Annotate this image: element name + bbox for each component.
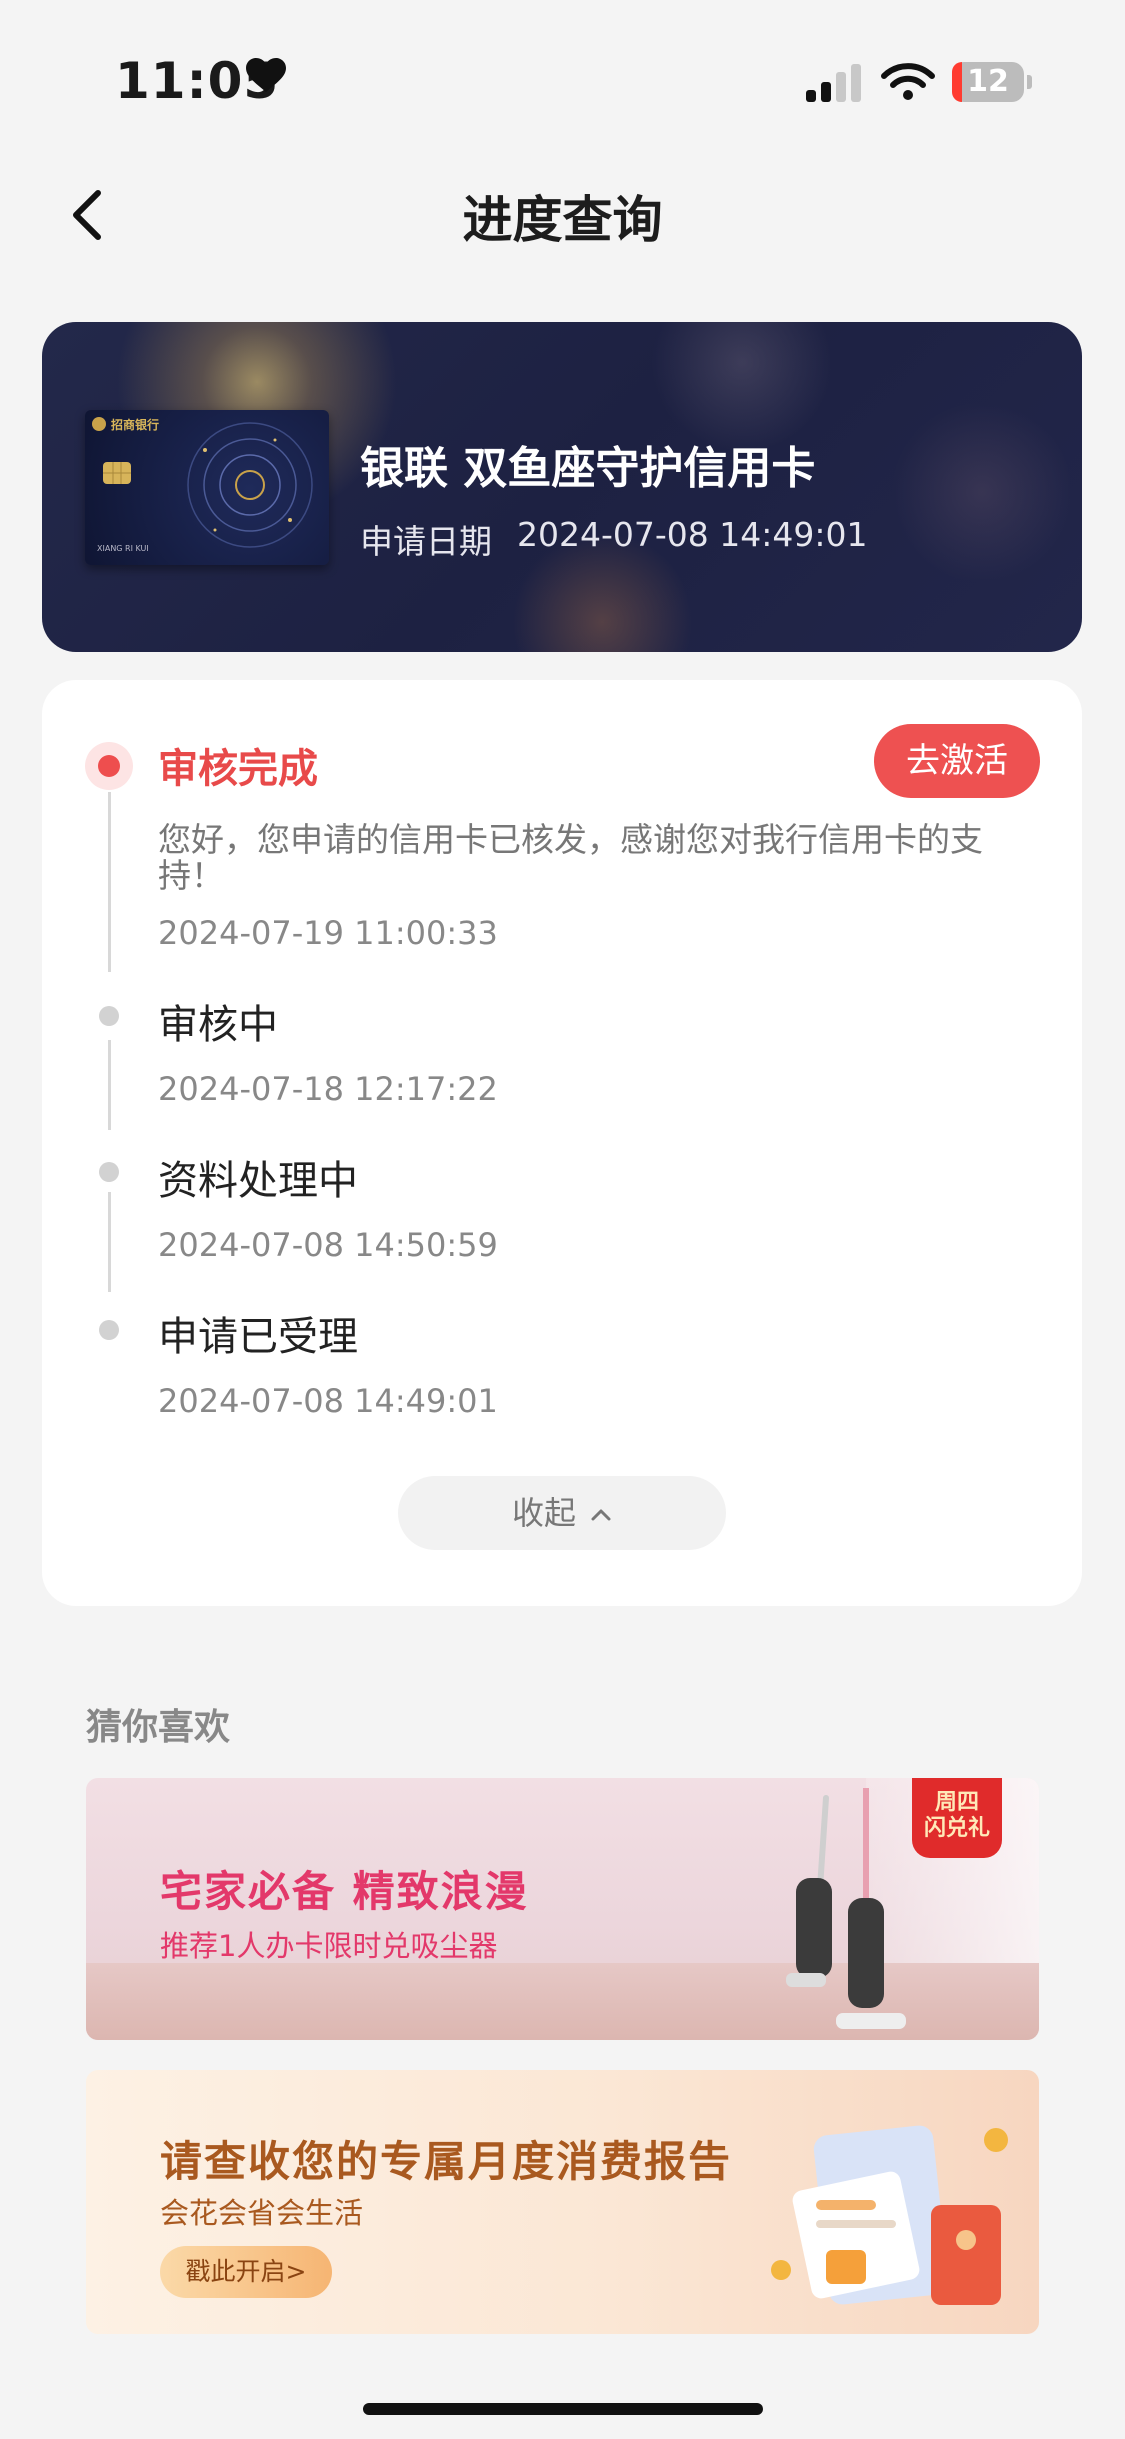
collapse-label: 收起 bbox=[511, 1494, 576, 1532]
wifi-icon bbox=[881, 63, 935, 100]
step-title: 审核中 bbox=[158, 1002, 278, 1048]
promo-subtitle: 会花会省会生活 bbox=[160, 2196, 364, 2230]
activate-button[interactable]: 去激活 bbox=[874, 724, 1040, 798]
battery-nub bbox=[1027, 75, 1032, 89]
card-image: 招商银行 XIANG RI KUI bbox=[85, 410, 329, 565]
page-title: 进度查询 bbox=[462, 191, 663, 249]
signal-icon bbox=[806, 64, 861, 102]
bank-logo-text: 招商银行 bbox=[111, 418, 160, 432]
timeline-line bbox=[108, 792, 111, 972]
heart-icon bbox=[246, 58, 286, 92]
step-title: 申请已受理 bbox=[158, 1314, 358, 1360]
step-time: 2024-07-08 14:49:01 bbox=[158, 1382, 498, 1420]
promo-subtitle: 推荐1人办卡限时兑吸尘器 bbox=[160, 1929, 498, 1963]
card-holder: XIANG RI KUI bbox=[97, 544, 149, 553]
section-title: 猜你喜欢 bbox=[86, 1707, 231, 1748]
chevron-up-icon bbox=[591, 1509, 611, 1521]
battery-icon: 12 bbox=[952, 62, 1024, 102]
chip-icon bbox=[103, 462, 131, 484]
step-time: 2024-07-18 12:17:22 bbox=[158, 1070, 498, 1108]
apply-date-label: 申请日期 bbox=[360, 522, 492, 561]
step-dot bbox=[99, 1320, 119, 1340]
timeline-line bbox=[108, 1192, 111, 1292]
home-indicator bbox=[363, 2403, 763, 2415]
step-time: 2024-07-19 11:00:33 bbox=[158, 914, 498, 952]
timeline-line bbox=[108, 1040, 111, 1130]
apply-date-value: 2024-07-08 14:49:01 bbox=[517, 515, 868, 554]
card-banner: 招商银行 XIANG RI KUI 银联 双鱼座守护信用卡 申请日期 2024-… bbox=[42, 322, 1082, 652]
promo-banner-vacuum[interactable]: 周四 闪兑礼 宅家必备 精致浪漫 推荐1人办卡限时兑吸尘器 bbox=[86, 1778, 1039, 2040]
promo-headline: 请查收您的专属月度消费报告 bbox=[160, 2137, 733, 2186]
promo-badge: 周四 闪兑礼 bbox=[912, 1778, 1002, 1858]
vacuum-illustration bbox=[786, 1788, 906, 2029]
step-title: 资料处理中 bbox=[158, 1158, 358, 1204]
step-time: 2024-07-08 14:50:59 bbox=[158, 1226, 498, 1264]
card-art bbox=[92, 417, 313, 548]
promo-banner-report[interactable]: 请查收您的专属月度消费报告 会花会省会生活 戳此开启> bbox=[86, 2070, 1039, 2334]
step-dot bbox=[99, 1006, 119, 1026]
badge-line: 闪兑礼 bbox=[923, 1816, 990, 1841]
progress-panel: 审核完成 去激活 您好，您申请的信用卡已核发，感谢您对我行信用卡的支持！ 202… bbox=[42, 680, 1082, 1606]
step-desc: 您好，您申请的信用卡已核发，感谢您对我行信用卡的支持！ bbox=[158, 820, 983, 895]
open-report-button[interactable]: 戳此开启> bbox=[160, 2246, 332, 2298]
card-name: 银联 双鱼座守护信用卡 bbox=[360, 443, 816, 494]
battery-level: 12 bbox=[967, 64, 1009, 99]
report-illustration bbox=[771, 2125, 1008, 2305]
promo-headline: 宅家必备 精致浪漫 bbox=[160, 1867, 529, 1916]
step-title: 审核完成 bbox=[158, 746, 318, 792]
badge-line: 周四 bbox=[934, 1790, 979, 1815]
collapse-button[interactable]: 收起 bbox=[398, 1476, 726, 1550]
step-active-dot bbox=[85, 742, 133, 790]
step-dot bbox=[99, 1162, 119, 1182]
